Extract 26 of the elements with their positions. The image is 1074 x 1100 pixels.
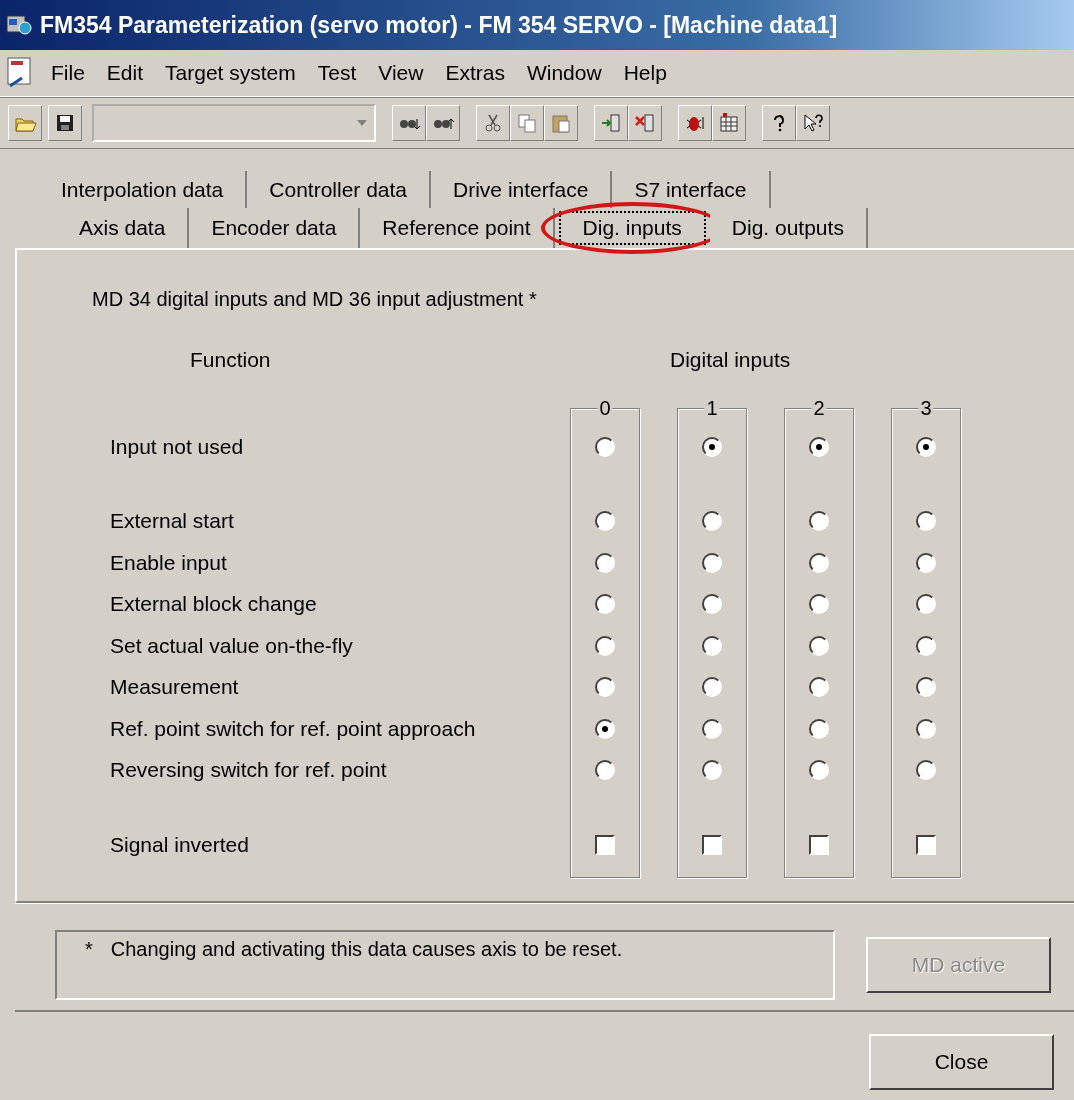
menu-item[interactable]: Extras (434, 57, 516, 89)
column-header: Digital inputs (670, 348, 791, 371)
row-label: External block change (110, 592, 317, 617)
row-label: Measurement (110, 675, 239, 700)
row-label: Set actual value on-the-fly (110, 633, 353, 658)
menu-item[interactable]: Window (515, 57, 613, 89)
tab[interactable]: Dig. outputs (709, 208, 868, 248)
row-label: Input not used (110, 434, 244, 459)
menu-item[interactable]: Edit (95, 57, 155, 89)
note-mark: * (85, 938, 93, 962)
row-label: External start (110, 509, 234, 534)
menu-item[interactable]: Help (612, 57, 678, 89)
tab[interactable]: Dig. inputs (558, 211, 706, 245)
row-label: Signal inverted (110, 832, 249, 857)
row-label: Reversing switch for ref. point (110, 758, 387, 783)
row-label: Enable input (110, 550, 227, 575)
menu-item[interactable]: File (40, 57, 96, 89)
menu-item[interactable]: Target system (154, 57, 307, 89)
note-text: Changing and activating this data causes axis to be reset. (110, 938, 623, 962)
window-title: FM354 Parameterization (servo motor) - FM 354 SERVO - [Machine data1] (40, 11, 838, 39)
section-heading: MD 34 digital inputs and MD 36 input adjustment * (92, 288, 537, 311)
menu-item[interactable]: Test (306, 57, 368, 89)
row-label: Ref. point switch for ref. point approach (110, 716, 476, 741)
column-header: Function (190, 348, 271, 371)
menu-item[interactable]: View (367, 57, 435, 89)
close-button[interactable]: Close (869, 1034, 1054, 1090)
